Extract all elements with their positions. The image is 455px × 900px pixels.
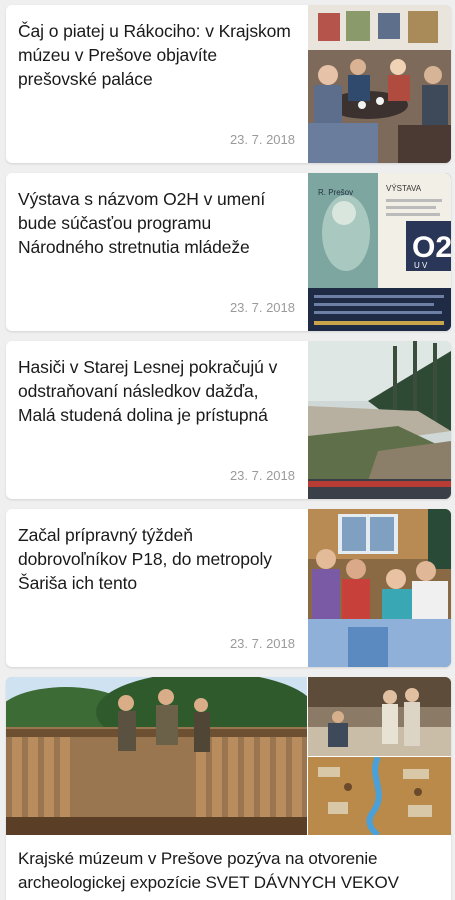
article-title[interactable]: Krajské múzeum v Prešove pozýva na otvor… xyxy=(18,847,439,895)
article-card[interactable]: Čaj o piatej u Rákociho: v Krajskom múze… xyxy=(6,5,451,163)
poster-small-text: U V xyxy=(414,261,428,270)
article-image-main[interactable] xyxy=(6,677,307,835)
article-image-side-bottom[interactable] xyxy=(308,757,451,835)
article-date: 23. 7. 2018 xyxy=(229,468,295,483)
article-card-featured[interactable]: Krajské múzeum v Prešove pozýva na otvor… xyxy=(6,677,451,900)
article-card[interactable]: Začal prípravný týždeň dobrovoľníkov P18… xyxy=(6,509,451,667)
article-date: 23. 7. 2018 xyxy=(229,636,295,651)
poster-big-text: O2 xyxy=(412,231,451,264)
article-thumbnail[interactable] xyxy=(308,509,451,667)
poster-sub-text: R. Prešov xyxy=(318,188,353,197)
article-title[interactable]: Čaj o piatej u Rákociho: v Krajskom múze… xyxy=(18,19,295,91)
article-image-side-top[interactable] xyxy=(308,677,451,756)
poster-heading-text: VÝSTAVA xyxy=(386,184,422,193)
article-card[interactable]: Hasiči v Starej Lesnej pokračujú v odstr… xyxy=(6,341,451,499)
article-text: Krajské múzeum v Prešove pozýva na otvor… xyxy=(6,847,451,895)
article-text: Čaj o piatej u Rákociho: v Krajskom múze… xyxy=(6,5,307,163)
article-date: 23. 7. 2018 xyxy=(229,300,295,315)
article-text: Hasiči v Starej Lesnej pokračujú v odstr… xyxy=(6,341,307,499)
article-text: Začal prípravný týždeň dobrovoľníkov P18… xyxy=(6,509,307,667)
article-date: 23. 7. 2018 xyxy=(229,132,295,147)
article-title[interactable]: Hasiči v Starej Lesnej pokračujú v odstr… xyxy=(18,355,295,427)
article-thumbnail[interactable]: VÝSTAVA R. Prešov O2 U V xyxy=(308,173,451,331)
article-text: Výstava s názvom O2H v umení bude súčasť… xyxy=(6,173,307,331)
article-title[interactable]: Výstava s názvom O2H v umení bude súčasť… xyxy=(18,187,295,259)
article-card[interactable]: Výstava s názvom O2H v umení bude súčasť… xyxy=(6,173,451,331)
article-thumbnail[interactable] xyxy=(308,341,451,499)
article-thumbnail[interactable] xyxy=(308,5,451,163)
article-title[interactable]: Začal prípravný týždeň dobrovoľníkov P18… xyxy=(18,523,295,595)
